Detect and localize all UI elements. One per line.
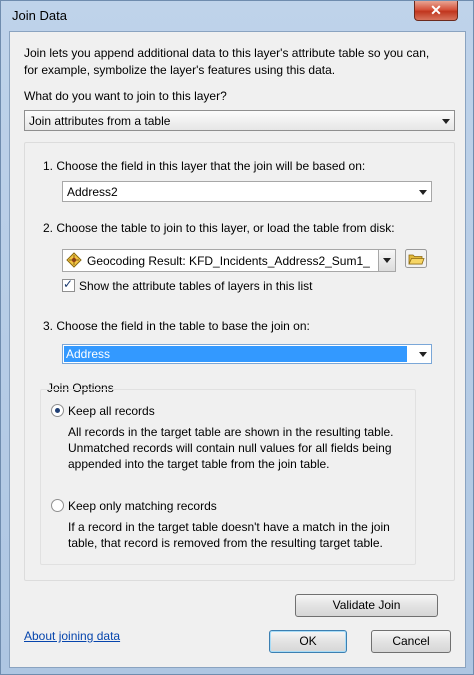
join-type-dropdown[interactable]: Join attributes from a table xyxy=(24,110,455,131)
step1-label: 1. Choose the field in this layer that t… xyxy=(43,159,366,173)
join-type-question: What do you want to join to this layer? xyxy=(24,89,227,103)
close-button[interactable]: ✕ xyxy=(414,1,458,21)
keep-all-radio[interactable] xyxy=(51,404,64,417)
show-tables-checkbox[interactable]: ✓ xyxy=(62,277,75,292)
keep-matching-desc-1: If a record in the target table doesn't … xyxy=(68,520,390,534)
radio-dot-icon xyxy=(55,408,60,413)
chevron-down-icon xyxy=(383,258,391,263)
keep-all-label: Keep all records xyxy=(68,404,155,418)
join-type-value: Join attributes from a table xyxy=(29,114,171,128)
join-table-value: Geocoding Result: KFD_Incidents_Address2… xyxy=(87,254,370,268)
ok-button[interactable]: OK xyxy=(269,630,347,653)
keep-matching-label: Keep only matching records xyxy=(68,499,217,513)
intro-line-2: for example, symbolize the layer's featu… xyxy=(24,63,336,77)
geocode-icon xyxy=(66,252,82,268)
join-settings-panel: 1. Choose the field in this layer that t… xyxy=(24,142,455,617)
cancel-button[interactable]: Cancel xyxy=(371,630,451,653)
close-icon: ✕ xyxy=(430,2,442,18)
join-options-group: Keep all records All records in the targ… xyxy=(40,389,416,565)
keep-all-desc-2: Unmatched records will contain null valu… xyxy=(68,441,392,455)
selection-highlight xyxy=(64,346,407,362)
layer-field-value: Address2 xyxy=(67,185,118,199)
intro-line-1: Join lets you append additional data to … xyxy=(24,46,430,60)
step3-label: 3. Choose the field in the table to base… xyxy=(43,319,310,333)
keep-all-desc-3: appended into the target table from the … xyxy=(68,457,330,471)
keep-matching-radio[interactable] xyxy=(51,499,64,512)
check-icon: ✓ xyxy=(63,277,74,291)
about-joining-link[interactable]: About joining data xyxy=(24,629,120,643)
chevron-down-icon xyxy=(442,119,450,124)
title-bar[interactable]: Join Data ✕ xyxy=(1,1,473,31)
open-folder-icon[interactable] xyxy=(405,249,427,268)
window-title: Join Data xyxy=(12,8,67,23)
step2-label: 2. Choose the table to join to this laye… xyxy=(43,221,395,235)
dialog-window: Join Data ✕ Join lets you append additio… xyxy=(0,0,474,675)
join-field-dropdown[interactable]: Address xyxy=(62,344,432,364)
join-table-dropdown-button[interactable] xyxy=(378,250,395,271)
join-field-value: Address xyxy=(66,347,111,361)
validate-join-button[interactable]: Validate Join xyxy=(295,594,438,617)
dialog-body: Join lets you append additional data to … xyxy=(9,31,466,668)
chevron-down-icon xyxy=(419,352,427,357)
join-table-dropdown[interactable]: Geocoding Result: KFD_Incidents_Address2… xyxy=(62,249,396,272)
layer-field-dropdown[interactable]: Address2 xyxy=(62,181,432,202)
keep-all-desc-1: All records in the target table are show… xyxy=(68,425,394,439)
show-tables-label: Show the attribute tables of layers in t… xyxy=(79,279,313,293)
keep-matching-desc-2: table, that record is removed from the r… xyxy=(68,536,383,550)
chevron-down-icon xyxy=(419,190,427,195)
